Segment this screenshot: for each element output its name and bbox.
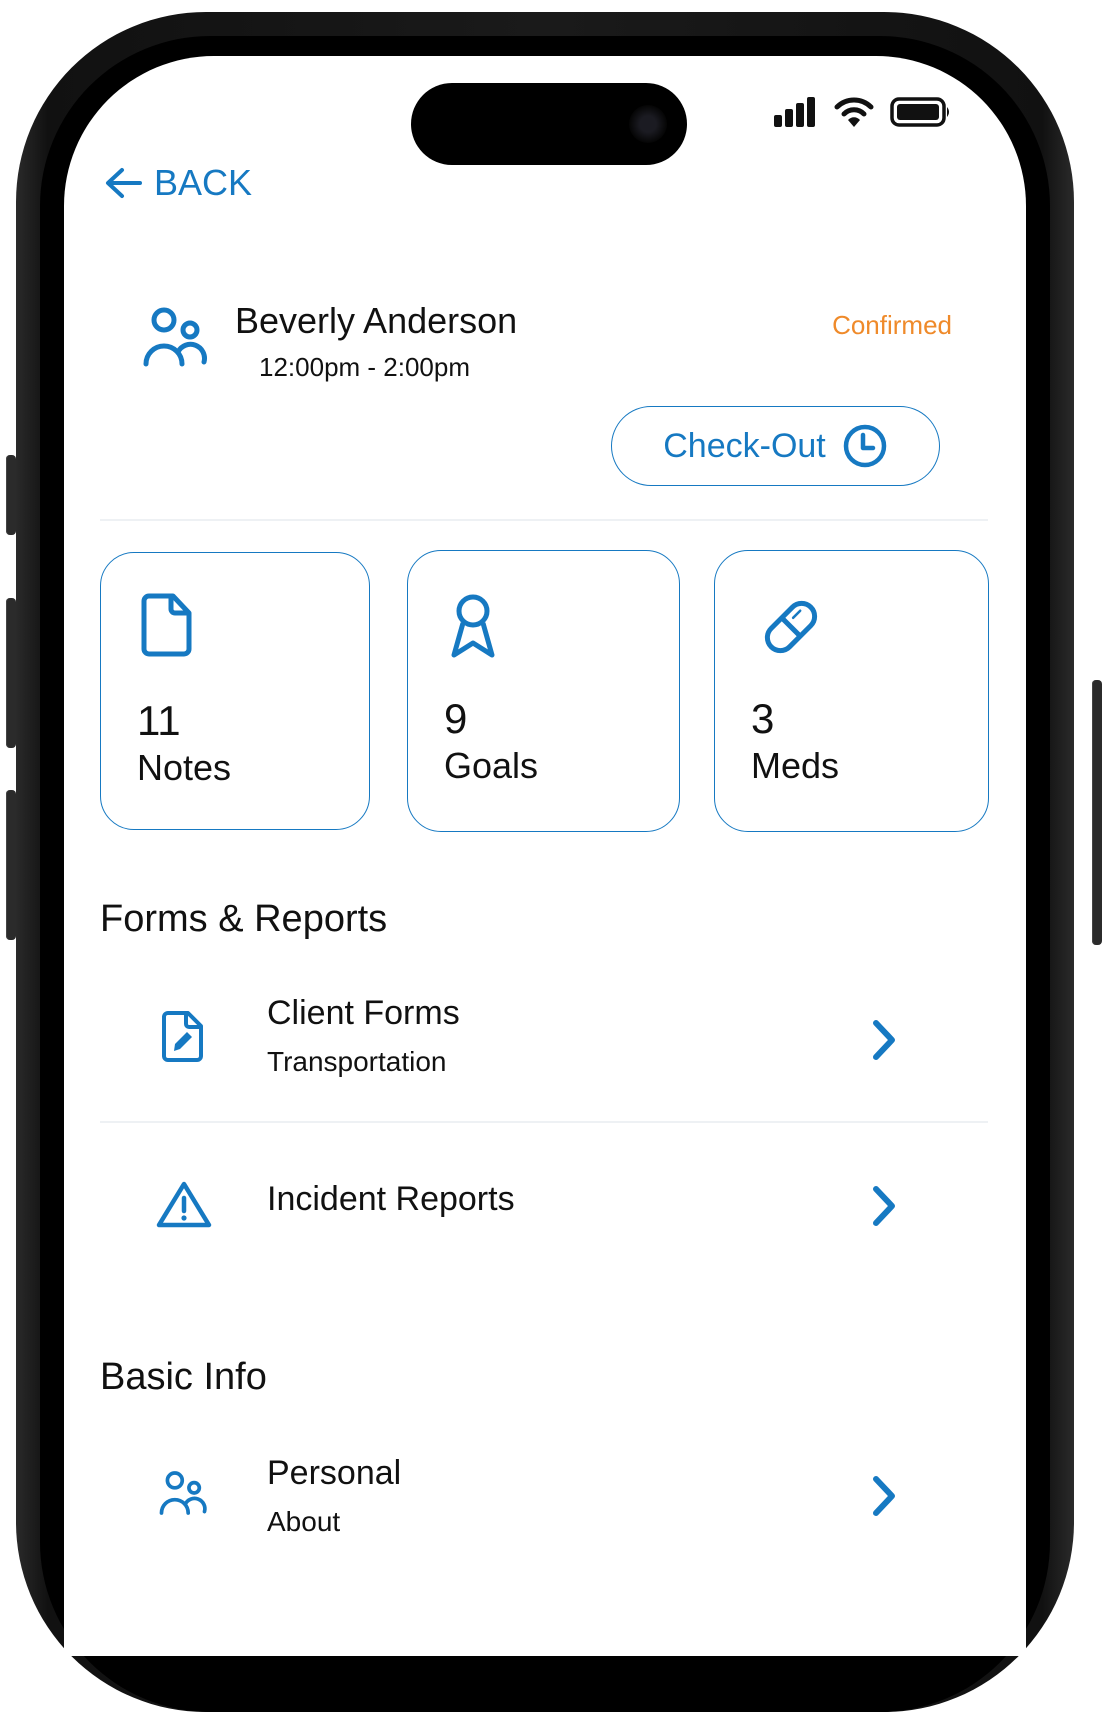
camera-lens — [629, 105, 667, 143]
chevron-right-icon — [873, 1186, 895, 1226]
goals-label: Goals — [444, 745, 539, 786]
pill-icon — [764, 600, 818, 654]
notes-label: Notes — [137, 747, 232, 788]
stat-card-meds[interactable]: 3 Meds — [714, 550, 989, 832]
check-out-button[interactable]: Check-Out — [611, 406, 940, 486]
battery-icon — [890, 97, 949, 127]
back-label: BACK — [154, 162, 253, 203]
meds-count: 3 — [751, 695, 775, 742]
divider — [100, 519, 988, 521]
list-item-incident-reports[interactable]: Incident Reports — [100, 1156, 988, 1256]
goals-count: 9 — [444, 695, 468, 742]
client-name: Beverly Anderson — [235, 300, 518, 341]
document-icon — [141, 593, 192, 657]
warning-triangle-icon — [156, 1181, 212, 1228]
volume-up-button — [6, 598, 16, 748]
app-screen: BACK Beverly Anderson 12:00pm - 2:00pm C… — [64, 56, 1026, 1656]
section-title-forms-reports: Forms & Reports — [100, 898, 388, 940]
check-out-label: Check-Out — [663, 426, 826, 465]
users-icon — [143, 307, 207, 367]
cellular-signal-icon — [774, 97, 815, 127]
client-header: Beverly Anderson 12:00pm - 2:00pm Confir… — [142, 298, 952, 382]
section-title-basic-info: Basic Info — [100, 1356, 267, 1398]
back-button[interactable]: BACK — [104, 162, 252, 204]
list-item-client-forms[interactable]: Client Forms Transportation — [100, 976, 988, 1096]
notes-count: 11 — [137, 697, 181, 744]
stat-card-goals[interactable]: 9 Goals — [407, 550, 680, 832]
list-item-title: Incident Reports — [267, 1180, 515, 1218]
list-item-title: Client Forms — [267, 994, 460, 1032]
chevron-right-icon — [873, 1020, 895, 1060]
stat-card-notes[interactable]: 11 Notes — [100, 552, 370, 830]
list-item-subtitle: Transportation — [267, 1046, 447, 1077]
list-item-personal[interactable]: Personal About — [100, 1436, 988, 1556]
status-bar — [774, 96, 952, 128]
list-item-title: Personal — [267, 1454, 402, 1492]
wifi-icon — [834, 97, 874, 127]
power-button — [1092, 680, 1102, 945]
award-ribbon-icon — [451, 594, 495, 658]
action-button — [6, 455, 16, 535]
list-item-subtitle: About — [267, 1506, 341, 1537]
appointment-time: 12:00pm - 2:00pm — [259, 352, 471, 382]
arrow-left-icon — [106, 168, 142, 198]
status-badge: Confirmed — [832, 310, 952, 340]
users-icon — [159, 1471, 207, 1515]
dynamic-island — [411, 83, 687, 165]
volume-down-button — [6, 790, 16, 940]
clock-icon — [843, 424, 886, 468]
document-edit-icon — [162, 1011, 203, 1062]
chevron-right-icon — [873, 1476, 895, 1516]
meds-label: Meds — [751, 745, 840, 786]
divider — [100, 1121, 988, 1123]
